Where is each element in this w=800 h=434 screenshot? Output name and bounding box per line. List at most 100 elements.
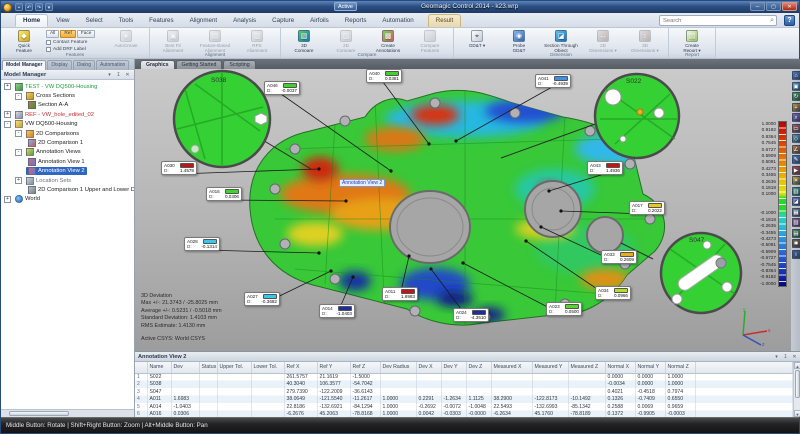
annotation-a017[interactable]: A017D:0.2022 (629, 201, 665, 215)
customize-toolbar-icon[interactable]: ▾ (45, 3, 53, 11)
3d-compare-button[interactable]: ▧3D Compare (284, 29, 324, 53)
expand-icon[interactable]: + (15, 177, 22, 184)
collapse-icon[interactable]: - (15, 130, 22, 137)
tree-item-section-a-a[interactable]: Section A-A (1, 101, 134, 110)
home-view-icon[interactable]: ⌂ (792, 71, 800, 80)
tree-item-annotation-view-2[interactable]: Annotation View 2 (1, 167, 134, 176)
column-header-dev[interactable]: Dev (171, 362, 199, 373)
toggle-face[interactable]: Face (77, 30, 96, 38)
colorbar-icon[interactable]: ▥ (792, 187, 800, 196)
search-input[interactable] (660, 18, 770, 24)
toggle-all[interactable]: All (46, 30, 59, 38)
panel-tab-display[interactable]: Display (47, 60, 71, 70)
help-icon[interactable]: ? (784, 15, 795, 26)
clipping-icon[interactable]: ◪ (792, 197, 800, 206)
zoom-fit-icon[interactable]: ▣ (792, 82, 800, 91)
tree-item-vw-dq500-housing[interactable]: -VW DQ500-Housing (1, 120, 134, 129)
panel-tab-automation[interactable]: Automation (96, 60, 129, 70)
viewport-tab-scripting[interactable]: Scripting (223, 60, 255, 69)
flag-icon[interactable]: ▶ (792, 166, 800, 175)
table-row[interactable]: 3S047279.7390-122.2009-36.61430.4021-0.4… (135, 388, 793, 396)
collapse-icon[interactable]: - (15, 149, 22, 156)
table-row[interactable]: 1S022261.575721.1619-1.50000.00000.00001… (135, 373, 793, 381)
save-icon[interactable]: ▪ (15, 3, 23, 11)
column-header-index[interactable] (135, 362, 147, 373)
tree-item-world[interactable]: +World (1, 195, 134, 204)
column-header-dev-z[interactable]: Dev Z (466, 362, 491, 373)
create-annotations-button[interactable]: ▩Create Annotations (368, 29, 408, 53)
annotation-a043[interactable]: A043D:1.4936 (587, 161, 623, 175)
scroll-up-icon[interactable]: ▲ (794, 362, 800, 369)
annotation-a028[interactable]: A028D:-0.1314 (184, 237, 220, 251)
expand-icon[interactable]: + (4, 83, 11, 90)
ribbon-tab-airfoils[interactable]: Airfoils (302, 14, 337, 27)
column-header-dev-x[interactable]: Dev X (416, 362, 441, 373)
ribbon-tab-alignment[interactable]: Alignment (182, 14, 226, 27)
table-menu-icon[interactable]: ▾ (773, 354, 780, 360)
tree-item-cross-sections[interactable]: -Cross Sections (1, 91, 134, 100)
vertical-scrollbar[interactable]: ▲ ▼ (793, 362, 800, 417)
annotation-a023[interactable]: A023D:0.0500 (546, 302, 582, 316)
graphics-canvas[interactable]: S038 S022 (135, 69, 791, 351)
table-row[interactable]: 4A0111.698338.0649-121.5540-11.26171.000… (135, 396, 793, 404)
scroll-down-icon[interactable]: ▼ (794, 410, 800, 417)
ribbon-tab-reports[interactable]: Reports (337, 14, 375, 27)
settings-icon[interactable]: ✱ (792, 239, 800, 248)
select-rectangle-icon[interactable]: ▭ (792, 124, 800, 133)
column-header-ref-z[interactable]: Ref Z (350, 362, 380, 373)
annotation-a040[interactable]: A040D:0.0381 (366, 69, 402, 83)
viewport-tab-getting-started[interactable]: Getting Started (176, 60, 223, 69)
redo-icon[interactable]: ↷ (35, 3, 43, 11)
annotation-a027[interactable]: A027D:-0.3682 (244, 292, 280, 306)
panel-tab-model-manager[interactable]: Model Manager (2, 60, 46, 70)
column-header-measured-y[interactable]: Measured Y (532, 362, 568, 373)
grid-icon[interactable]: ▦ (792, 208, 800, 217)
column-header-normal-z[interactable]: Normal Z (665, 362, 695, 373)
panel-menu-icon[interactable]: ▾ (106, 72, 113, 78)
ribbon-tab-home[interactable]: Home (15, 14, 48, 27)
maximize-icon[interactable]: ▢ (766, 2, 781, 11)
probe-gd-t-button[interactable]: ◉Probe GD&T (499, 29, 539, 53)
collapse-icon[interactable]: - (4, 121, 11, 128)
tree-item-ref-vw-hole-edited-02[interactable]: +REF - VW_hole_edited_02 (1, 110, 134, 119)
annotation-icon[interactable]: ✎ (792, 155, 800, 164)
gd-t-button[interactable]: ⌖GD&T ▾ (457, 29, 497, 53)
toggle-ref[interactable]: Ref (60, 30, 75, 38)
ribbon-tab-tools[interactable]: Tools (111, 14, 141, 27)
column-header-ref-y[interactable]: Ref Y (317, 362, 350, 373)
select-polygon-icon[interactable]: ◇ (792, 134, 800, 143)
column-header-measured-z[interactable]: Measured Z (568, 362, 605, 373)
table-row[interactable]: 5A014-1.040322.8186-132.6921-84.12941.00… (135, 403, 793, 411)
ribbon-tab-capture[interactable]: Capture (264, 14, 302, 27)
table-close-icon[interactable]: ✕ (791, 354, 798, 360)
tree-item-test-vw-dq500-housing[interactable]: +TEST - VW DQ500-Housing (1, 82, 134, 91)
column-header-lower-tol[interactable]: Lower Tol. (251, 362, 284, 373)
horizontal-scrollbar[interactable] (1, 409, 134, 417)
measure-icon[interactable]: ∠ (792, 145, 800, 154)
column-header-dev-y[interactable]: Dev Y (441, 362, 466, 373)
panel-close-icon[interactable]: ✕ (124, 72, 131, 78)
annotation-a011[interactable]: A011D:1.6983 (382, 287, 418, 301)
column-header-normal-x[interactable]: Normal X (605, 362, 635, 373)
ribbon-tab-select[interactable]: Select (78, 14, 111, 27)
panel-tab-dialog[interactable]: Dialog (73, 60, 95, 70)
pan-view-icon[interactable]: + (792, 103, 800, 112)
create-report-button[interactable]: ▤Create Report ▾ (672, 29, 712, 53)
tree-item-2d-comparison-1[interactable]: 2D Comparison 1 (1, 138, 134, 147)
table-row[interactable]: 2S03840.3040106.3577-54.7042-0.00340.000… (135, 381, 793, 389)
ribbon-tab-view[interactable]: View (48, 14, 77, 27)
annotation-a014[interactable]: A014D:-1.0403 (319, 304, 355, 318)
zoom-view-icon[interactable]: ⌕ (792, 113, 800, 122)
annotation-a016[interactable]: A016D:0.0306 (206, 187, 242, 201)
ribbon-tab-analysis[interactable]: Analysis (225, 14, 264, 27)
search-icon[interactable]: ⌕ (770, 17, 776, 25)
undo-icon[interactable]: ↶ (25, 3, 33, 11)
tree-item-annotation-view-1[interactable]: Annotation View 1 (1, 157, 134, 166)
close-icon[interactable]: ✕ (782, 2, 797, 11)
column-header-ref-x[interactable]: Ref X (284, 362, 317, 373)
scrollbar-thumb[interactable] (9, 411, 69, 416)
annotation-a024[interactable]: A024D:-4.3510 (453, 308, 489, 322)
column-header-dev-radius[interactable]: Dev Radius (380, 362, 416, 373)
tree-item-annotation-views[interactable]: -Annotation Views (1, 148, 134, 157)
camera-icon[interactable]: ▧ (792, 218, 800, 227)
